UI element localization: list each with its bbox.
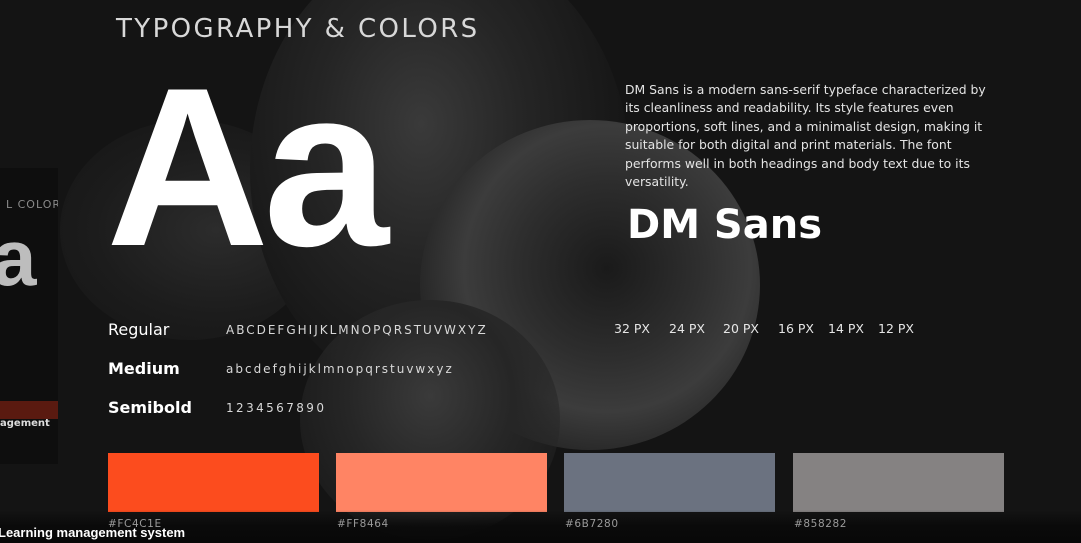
font-description: DM Sans is a modern sans-serif typeface … xyxy=(625,82,986,190)
color-swatch-gray xyxy=(564,453,775,512)
lowercase-glyphs: abcdefghijklmnopqrstuvwxyz xyxy=(226,362,454,376)
font-size-item: 24 PX xyxy=(669,321,705,336)
font-size-item: 32 PX xyxy=(614,321,650,336)
font-size-item: 14 PX xyxy=(828,321,864,336)
thumbnail-swatch-fragment xyxy=(0,401,58,419)
font-size-scale: 32 PX 24 PX 20 PX 16 PX 14 PX 12 PX xyxy=(614,321,918,336)
digit-glyphs: 1234567890 xyxy=(226,401,327,415)
weight-regular: Regular xyxy=(108,320,170,339)
uppercase-glyphs: ABCDEFGHIJKLMNOPQRSTUVWXYZ xyxy=(226,323,488,337)
color-hex-label: #FF8464 xyxy=(337,518,389,530)
color-swatch-primary xyxy=(108,453,319,512)
font-size-item: 16 PX xyxy=(778,321,814,336)
footer-project-label: Learning management system xyxy=(0,525,186,540)
thumbnail-glyph-fragment: a xyxy=(0,213,37,302)
color-hex-label: #6B7280 xyxy=(565,518,619,530)
weight-semibold: Semibold xyxy=(108,398,192,417)
color-swatch-neutral xyxy=(793,453,1004,512)
font-size-item: 12 PX xyxy=(878,321,914,336)
previous-slide-thumbnail[interactable]: L COLOR a agement xyxy=(0,168,58,464)
thumbnail-title-fragment: L COLOR xyxy=(6,198,58,211)
color-swatch-secondary xyxy=(336,453,547,512)
weight-medium: Medium xyxy=(108,359,180,378)
font-size-item: 20 PX xyxy=(723,321,759,336)
color-hex-label: #858282 xyxy=(794,518,848,530)
thumbnail-label-fragment: agement xyxy=(0,418,50,429)
type-specimen-glyphs: Aa xyxy=(106,40,389,293)
font-name: DM Sans xyxy=(627,202,823,248)
